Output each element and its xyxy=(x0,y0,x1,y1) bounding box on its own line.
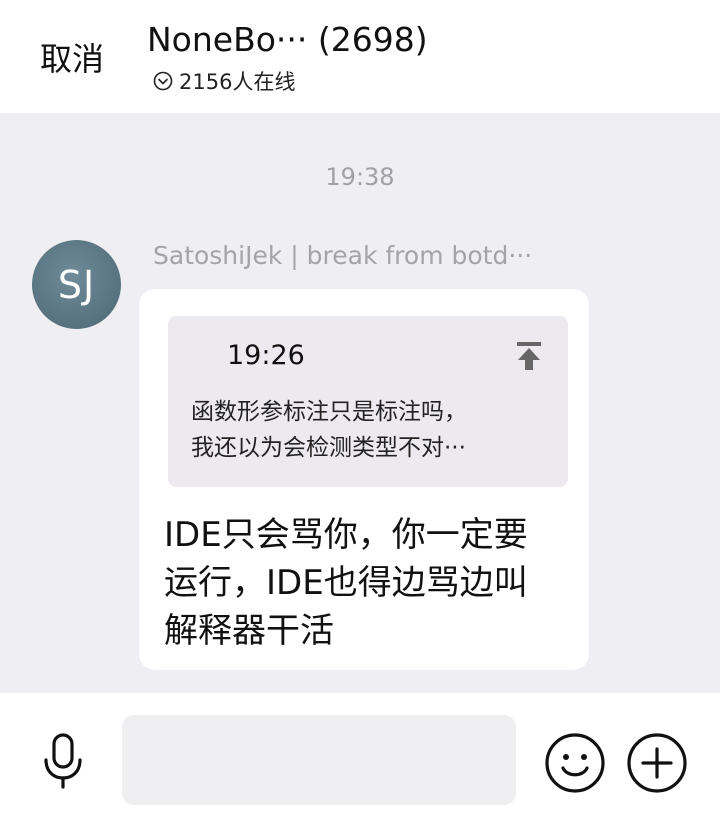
emoji-icon[interactable] xyxy=(544,732,606,794)
message-bubble[interactable]: 19:26 函数形参标注只是标注吗， 我还以为会检测类型不对··· IDE只会骂… xyxy=(139,289,589,670)
jump-to-top-icon[interactable] xyxy=(515,340,543,372)
chevron-down-circle-icon[interactable] xyxy=(153,71,173,91)
plus-icon[interactable] xyxy=(626,732,688,794)
message-text-line-3: 解释器干活 xyxy=(164,611,334,651)
sender-name[interactable]: SatoshiJek | break from botd··· xyxy=(153,241,532,270)
quote-text-line-1: 函数形参标注只是标注吗， xyxy=(191,399,467,425)
quoted-message[interactable]: 19:26 函数形参标注只是标注吗， 我还以为会检测类型不对··· xyxy=(168,316,568,487)
time-divider: 19:38 xyxy=(325,163,395,191)
group-title[interactable]: NoneBo··· (2698) xyxy=(147,20,428,59)
message-text: IDE只会骂你，你一定要 运行，IDE也得边骂边叫 解释器干活 xyxy=(164,511,574,655)
avatar-initials: SJ xyxy=(57,262,96,307)
online-count-text: 2156人在线 xyxy=(179,70,296,94)
quote-time: 19:26 xyxy=(227,340,305,371)
avatar[interactable]: SJ xyxy=(32,240,121,329)
message-text-line-1: IDE只会骂你，你一定要 xyxy=(164,515,528,555)
online-count: 2156人在线 xyxy=(153,66,295,96)
cancel-button[interactable]: 取消 xyxy=(40,34,104,80)
quote-text: 函数形参标注只是标注吗， 我还以为会检测类型不对··· xyxy=(191,394,467,466)
chat-header: 取消 NoneBo··· (2698) 2156人在线 xyxy=(0,0,720,113)
microphone-icon[interactable] xyxy=(40,732,86,790)
quote-text-line-2: 我还以为会检测类型不对··· xyxy=(191,435,466,461)
message-text-line-2: 运行，IDE也得边骂边叫 xyxy=(164,563,528,603)
message-input[interactable] xyxy=(122,715,516,805)
